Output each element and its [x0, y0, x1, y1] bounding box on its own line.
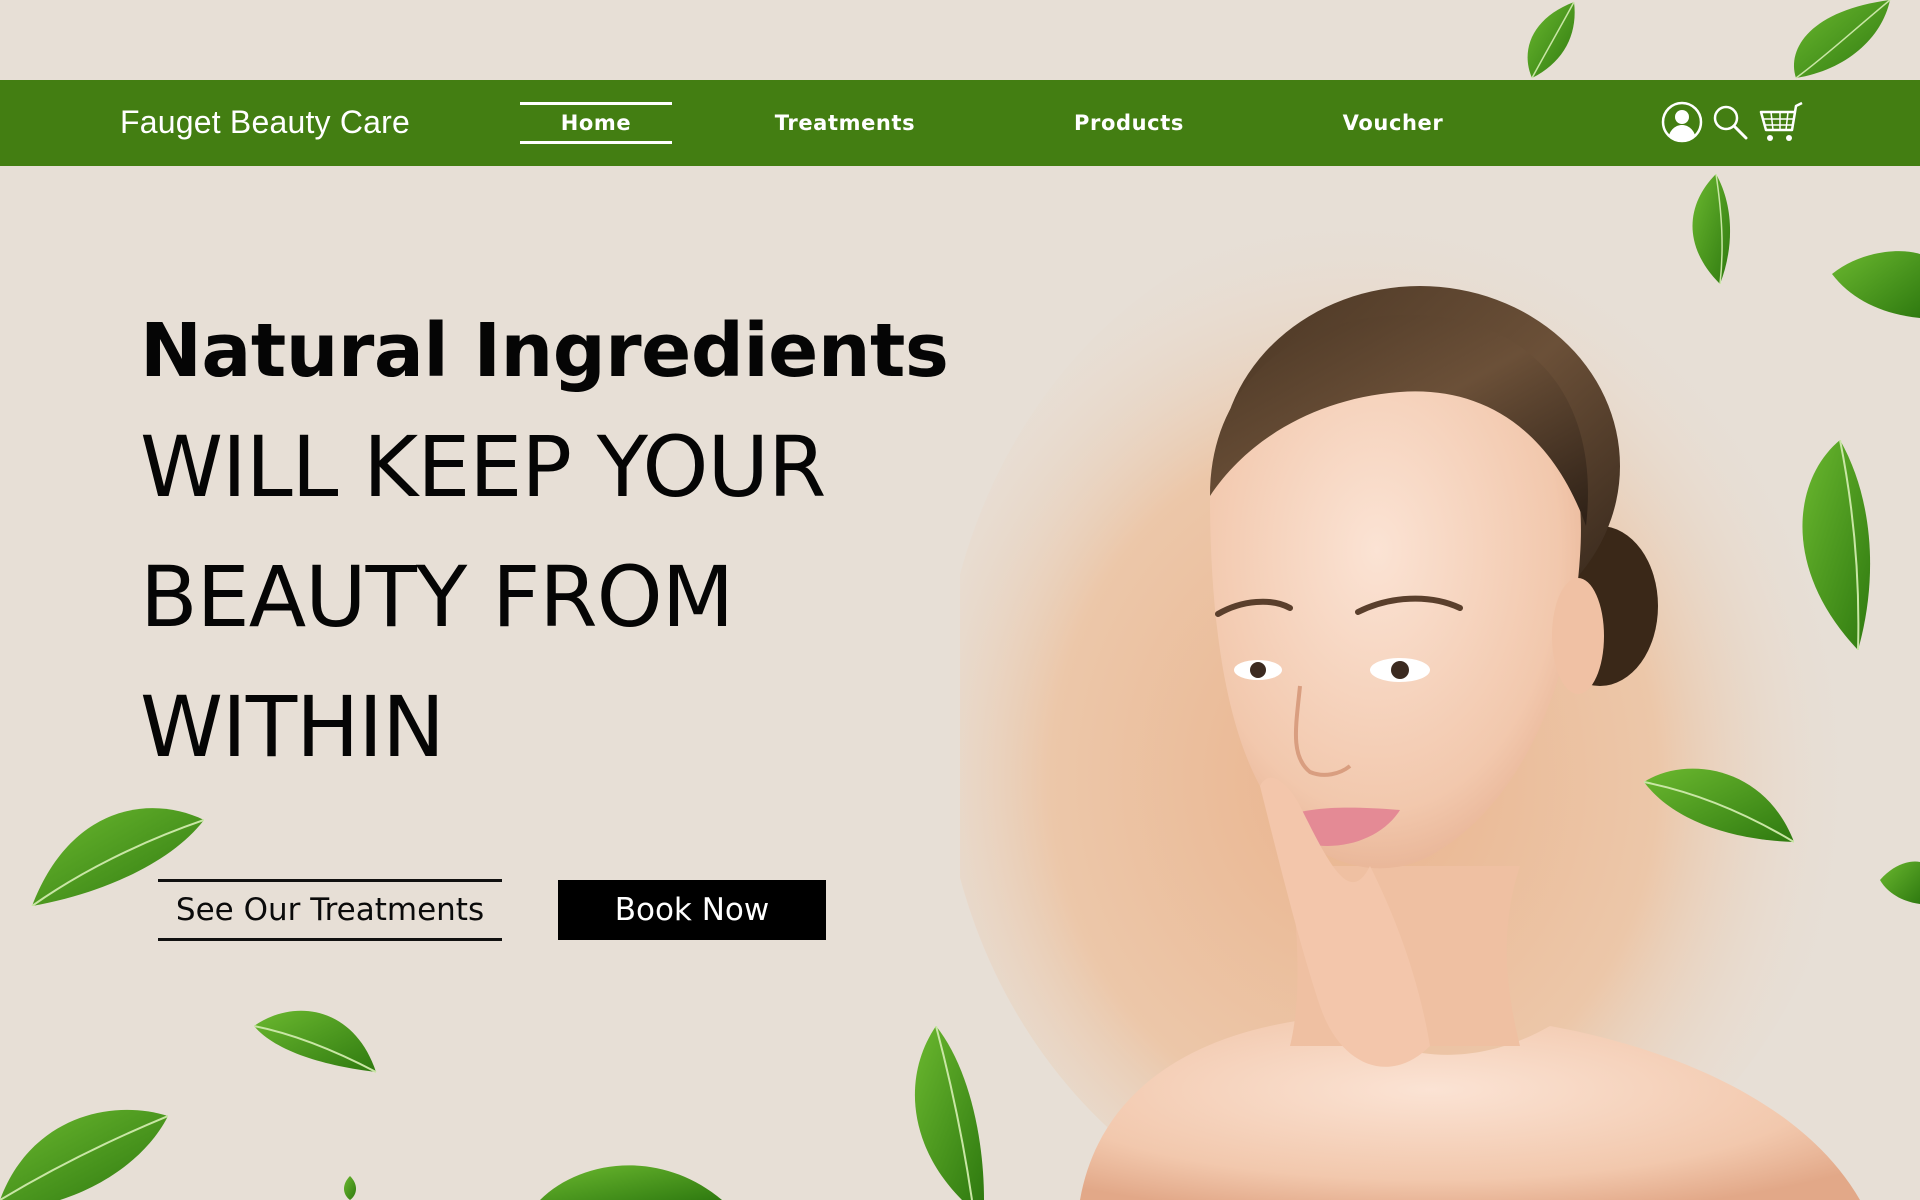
leaf-decoration [914, 1026, 984, 1200]
nav-item-treatments[interactable]: Treatments [760, 80, 930, 166]
leaf-decoration [1692, 174, 1731, 285]
leaf-decoration [344, 1176, 356, 1200]
book-now-button[interactable]: Book Now [558, 880, 826, 940]
leaf-decoration [1832, 251, 1920, 318]
nav-item-products[interactable]: Products [1050, 80, 1208, 166]
leaf-decoration [254, 1010, 377, 1073]
leaf-decoration [1793, 0, 1891, 79]
leaf-decoration [1880, 861, 1920, 904]
brand-logo-text[interactable]: Fauget Beauty Care [120, 104, 410, 141]
main-navbar: Fauget Beauty Care Home Treatments Produ… [0, 80, 1920, 166]
hero-tagline-line: WITHIN [140, 678, 445, 776]
search-icon[interactable] [1708, 100, 1752, 144]
see-treatments-button[interactable]: See Our Treatments [158, 879, 502, 941]
leaf-decoration [1802, 440, 1871, 650]
nav-item-home[interactable]: Home [520, 80, 672, 166]
leaf-decoration [0, 1109, 168, 1200]
leaf-decoration [1527, 1, 1575, 79]
nav-item-voucher[interactable]: Voucher [1310, 80, 1476, 166]
landing-page: Fauget Beauty Care Home Treatments Produ… [0, 0, 1920, 1200]
leaf-decoration [540, 1165, 722, 1200]
hero-heading: Natural Ingredients [140, 308, 949, 394]
hero-tagline-line: WILL KEEP YOUR [140, 418, 826, 516]
leaf-decoration [1644, 768, 1794, 843]
hero-tagline-line: BEAUTY FROM [140, 548, 734, 646]
account-icon[interactable] [1660, 100, 1704, 144]
model-portrait-image [960, 206, 1860, 1200]
cart-icon[interactable] [1756, 100, 1804, 144]
